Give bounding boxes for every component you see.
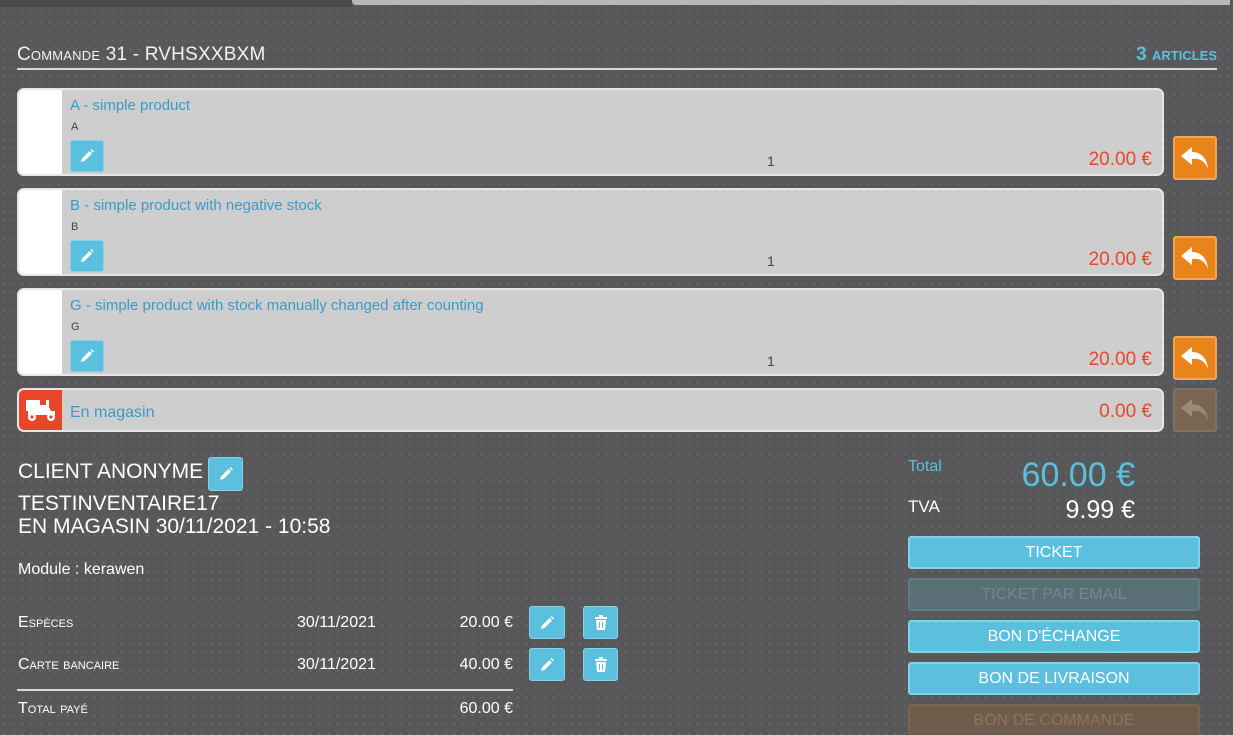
article-count[interactable]: 3 articles [1136, 44, 1217, 66]
payments-divider [17, 689, 513, 691]
product-name[interactable]: A - simple product [70, 97, 190, 114]
edit-line-button[interactable] [70, 340, 104, 372]
product-thumbnail [19, 90, 62, 174]
order-line: B - simple product with negative stock B… [17, 188, 1164, 276]
seller-name: TESTINVENTAIRE17 [18, 492, 220, 515]
top-tab-bar [0, 0, 1233, 7]
tab-active[interactable] [0, 0, 352, 7]
product-thumbnail [19, 290, 62, 374]
edit-payment-button[interactable] [529, 648, 565, 681]
edit-line-button[interactable] [70, 240, 104, 272]
tab-inactive[interactable] [352, 0, 1230, 5]
shipping-name[interactable]: En magasin [70, 404, 155, 422]
pencil-icon [81, 349, 94, 362]
line-price: 20.00 € [1088, 349, 1152, 370]
pencil-icon [219, 467, 233, 480]
return-button[interactable] [1173, 136, 1217, 180]
line-quantity: 1 [767, 353, 775, 369]
tva-label: TVA [908, 497, 940, 516]
ticket-button[interactable]: TICKET [908, 536, 1200, 569]
tva-value: 9.99 € [1065, 496, 1135, 524]
pencil-icon [81, 149, 94, 162]
order-title: Commande 31 - RVHSXXBXM [17, 44, 266, 65]
client-name: CLIENT ANONYME [18, 460, 204, 483]
total-paid-value: 60.00 € [459, 700, 513, 717]
delivery-scooter-icon [25, 400, 55, 421]
reply-icon [1181, 147, 1208, 169]
pencil-icon [541, 657, 554, 671]
delivery-note-button[interactable]: BON DE LIVRAISON [908, 662, 1200, 695]
shipping-price: 0.00 € [1099, 401, 1152, 422]
payment-date: 30/11/2021 [297, 656, 376, 673]
edit-client-button[interactable] [208, 457, 243, 491]
total-label: Total [908, 458, 942, 475]
payment-date: 30/11/2021 [297, 614, 376, 631]
payment-method: Espèces [18, 614, 74, 631]
trash-icon [594, 614, 607, 630]
product-ref: A [71, 121, 79, 133]
ticket-email-button: TICKET PAR EMAIL [908, 578, 1200, 611]
pencil-icon [541, 615, 554, 629]
edit-line-button[interactable] [70, 140, 104, 172]
line-quantity: 1 [767, 153, 775, 169]
edit-payment-button[interactable] [529, 606, 565, 639]
payment-row: Carte bancaire 30/11/2021 40.00 € [18, 648, 618, 682]
order-location-date: EN MAGASIN 30/11/2021 - 10:58 [18, 515, 331, 538]
product-ref: B [71, 221, 79, 233]
return-button[interactable] [1173, 236, 1217, 280]
module-label: Module : kerawen [18, 561, 145, 578]
reply-icon [1181, 247, 1208, 269]
exchange-voucher-button[interactable]: BON D'ÉCHANGE [908, 620, 1200, 653]
payment-method: Carte bancaire [18, 656, 120, 673]
reply-icon [1181, 399, 1208, 421]
shipping-icon-box [19, 390, 62, 430]
order-line: A - simple product A 1 20.00 € [17, 88, 1164, 176]
total-paid-label: Total payé [18, 700, 88, 717]
delete-payment-button[interactable] [583, 648, 618, 681]
return-button-disabled [1173, 388, 1217, 432]
product-thumbnail [19, 190, 62, 274]
product-ref: G [71, 321, 80, 333]
order-header: Commande 31 - RVHSXXBXM 3 articles [17, 42, 1217, 70]
product-name[interactable]: B - simple product with negative stock [70, 197, 322, 214]
total-value: 60.00 € [1021, 456, 1135, 494]
delete-payment-button[interactable] [583, 606, 618, 639]
pencil-icon [81, 249, 94, 262]
purchase-order-button: BON DE COMMANDE [908, 704, 1200, 734]
return-button[interactable] [1173, 336, 1217, 380]
trash-icon [594, 656, 607, 672]
payment-amount: 40.00 € [459, 656, 513, 673]
payment-amount: 20.00 € [459, 614, 513, 631]
reply-icon [1181, 347, 1208, 369]
line-price: 20.00 € [1088, 149, 1152, 170]
line-quantity: 1 [767, 253, 775, 269]
product-name[interactable]: G - simple product with stock manually c… [70, 297, 484, 314]
line-price: 20.00 € [1088, 249, 1152, 270]
payment-row: Espèces 30/11/2021 20.00 € [18, 606, 618, 640]
shipping-line: En magasin 0.00 € [17, 388, 1164, 432]
order-line: G - simple product with stock manually c… [17, 288, 1164, 376]
